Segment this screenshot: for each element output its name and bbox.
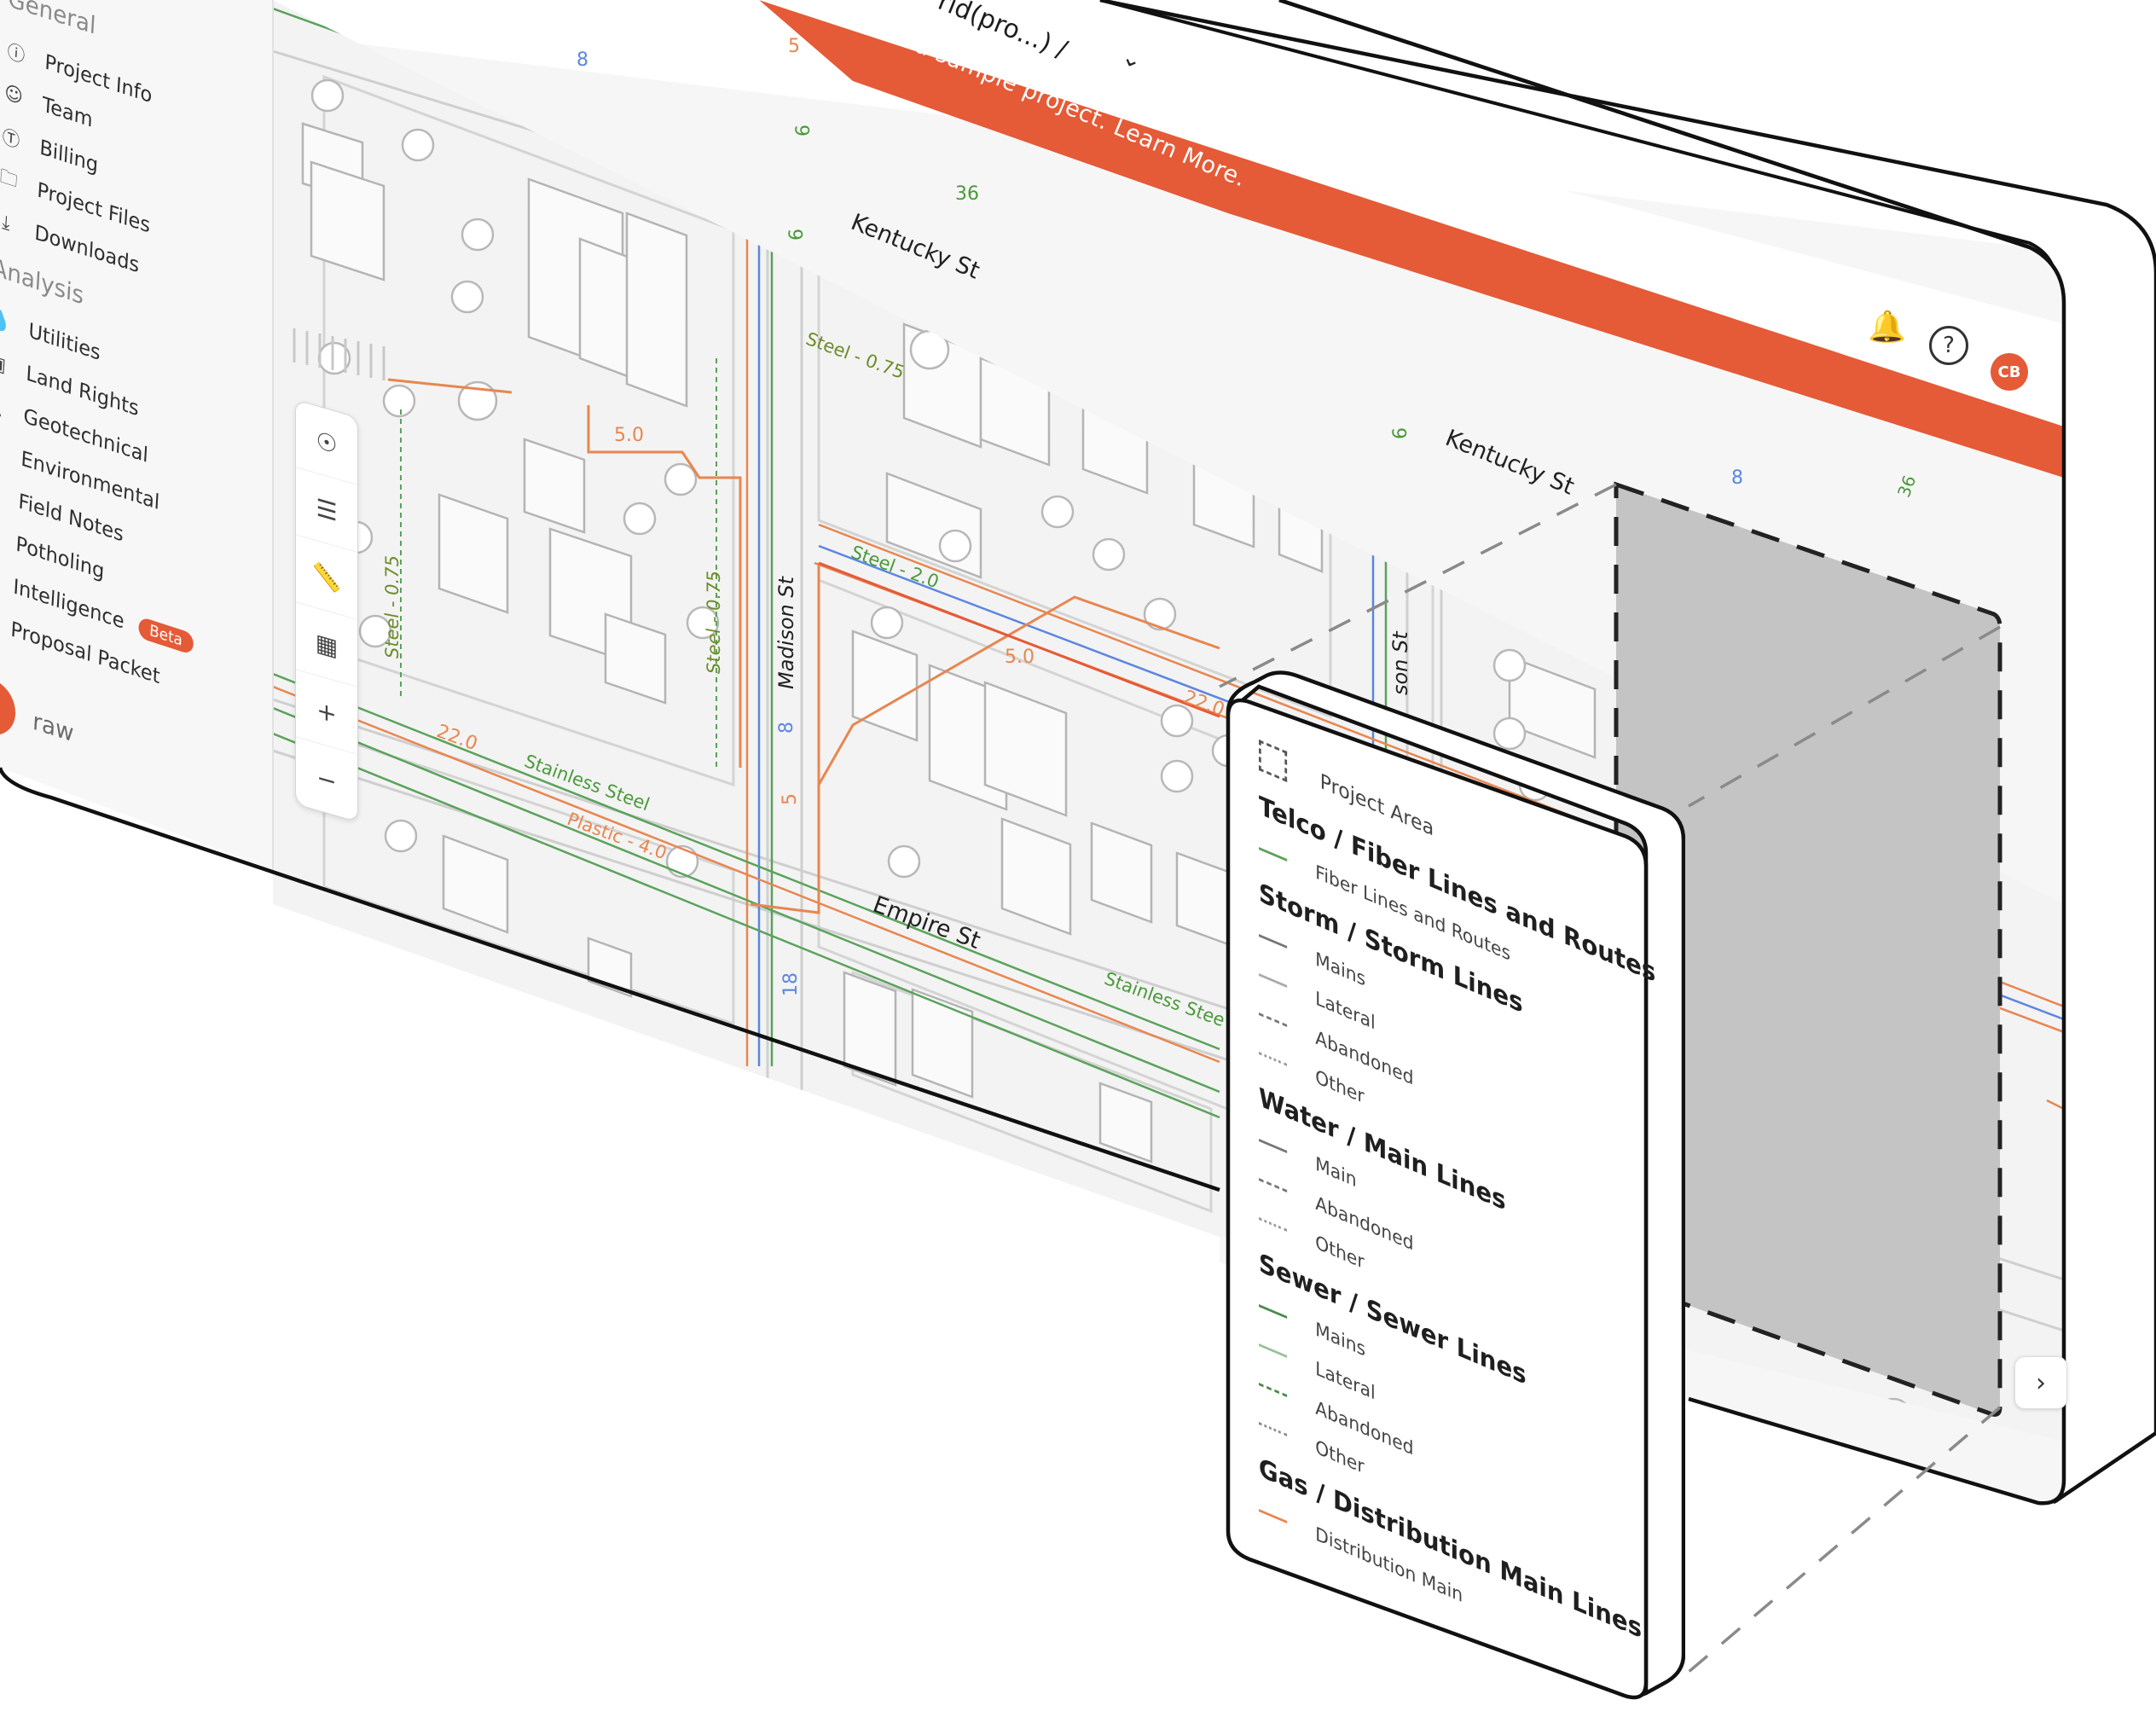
utilities-icon: 💧 [0, 306, 12, 335]
line-label: 8 [577, 49, 588, 71]
land-rights-icon: ▣ [0, 350, 7, 377]
line-label: 8 [776, 722, 797, 734]
line-label: 5 [780, 793, 801, 805]
line-swatch [1259, 1138, 1288, 1153]
line-swatch [1259, 1216, 1288, 1232]
line-swatch [1259, 1303, 1288, 1319]
line-label: 6 [793, 125, 814, 136]
line-label: 8 [1731, 467, 1743, 489]
line-swatch [1259, 1382, 1288, 1397]
geotechnical-icon: △ [0, 393, 3, 420]
line-label: 18 [780, 972, 802, 996]
environmental-icon: ✿ [0, 433, 4, 464]
billing-icon: Ⓣ [1, 125, 20, 154]
team-icon: ☺ [3, 81, 24, 109]
folder-icon: 🗀 [0, 165, 19, 193]
line-label: Steel - 0.75 [382, 555, 403, 659]
next-panel-button[interactable]: › [2014, 1356, 2067, 1409]
line-label: Steel - 0.75 [704, 571, 724, 674]
line-swatch [1259, 846, 1288, 862]
map-toolbar: ☉ ☰ 📏 ▦ + − [295, 399, 358, 823]
avatar[interactable]: CB [1991, 353, 2028, 391]
line-swatch [1259, 1508, 1288, 1523]
line-swatch [1259, 1177, 1288, 1192]
street-label-madison: Madison St [774, 577, 798, 689]
line-swatch [1259, 1421, 1288, 1436]
line-label: 5.0 [614, 425, 644, 446]
scene: rid(pro...) / ⌄ This is a sample project… [0, 0, 2156, 1713]
line-swatch [1259, 1343, 1288, 1358]
line-label: 6 [786, 229, 808, 241]
info-icon: ⓘ [6, 40, 26, 68]
chat-logo-icon[interactable]: ✎ [0, 670, 17, 742]
line-swatch [1259, 972, 1288, 988]
line-label: 6 [1390, 427, 1411, 439]
project-area-swatch-icon [1259, 740, 1288, 783]
beta-badge: Beta [137, 615, 194, 655]
line-label: 5 [788, 36, 800, 57]
help-icon[interactable]: ? [1929, 326, 1968, 365]
line-swatch [1259, 1051, 1288, 1066]
chevron-right-icon: › [2036, 1367, 2046, 1398]
bell-icon[interactable]: 🔔 [1868, 309, 1906, 345]
line-swatch [1259, 933, 1288, 949]
line-label: 5.0 [1005, 647, 1035, 668]
line-label: 36 [955, 183, 979, 205]
brand-name: raw [32, 705, 75, 748]
field-notes-icon: ▤ [0, 476, 2, 507]
download-icon: ⤓ [1, 211, 11, 235]
line-swatch [1259, 1012, 1288, 1027]
sidebar-item-label: Team [41, 92, 94, 133]
